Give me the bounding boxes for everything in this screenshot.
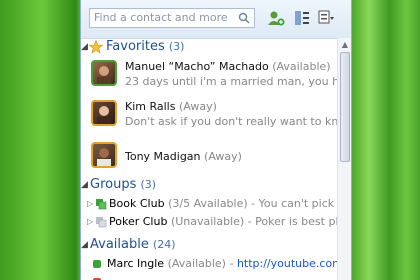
contact-name: Kim Ralls <box>125 100 176 113</box>
contact-name: Marc Ingle <box>107 257 165 270</box>
contact-item-partial[interactable] <box>81 274 331 280</box>
group-icon <box>96 199 107 210</box>
group-detail: (Unavailable) - Poker is best play... <box>170 215 352 228</box>
contact-personal-message: Don't ask if you don't really want to kn… <box>125 115 349 128</box>
contact-status: (Away) <box>178 100 217 113</box>
person-photo-icon <box>97 148 111 166</box>
available-count: (24) <box>152 238 176 251</box>
contact-name-line: Tony Madigan (Away) <box>125 150 242 163</box>
contact-status: (Available) <box>272 60 331 73</box>
groups-count: (3) <box>140 178 157 191</box>
group-item-poker-club[interactable]: ▷ Poker Club (Unavailable) - Poker is be… <box>81 214 351 230</box>
contact-item[interactable]: Kim Ralls (Away) Don't ask if you don't … <box>91 100 349 132</box>
toolbar: Find a contact and more <box>81 0 351 39</box>
person-photo-icon <box>97 106 111 124</box>
contact-item[interactable]: Tony Madigan (Away) <box>91 142 331 170</box>
groups-title: Groups <box>90 177 137 192</box>
scrollbar[interactable]: ▲ <box>337 38 351 280</box>
contact-avatar[interactable] <box>91 142 117 168</box>
favorites-count: (3) <box>168 40 185 53</box>
contact-name: Manuel “Macho” Machado <box>125 60 269 73</box>
search-input[interactable]: Find a contact and more <box>89 8 255 28</box>
show-menu-icon[interactable] <box>317 9 335 27</box>
collapse-arrow-icon[interactable]: ◢ <box>81 38 88 56</box>
contact-status: (Away) <box>204 150 242 163</box>
collapse-arrow-icon[interactable]: ◢ <box>81 176 88 194</box>
scroll-up-icon[interactable]: ▲ <box>340 40 350 50</box>
group-item-book-club[interactable]: ▷ Book Club (3/5 Available) - You can't … <box>81 196 351 212</box>
collapse-arrow-icon[interactable]: ◢ <box>81 236 88 254</box>
person-photo-icon <box>97 66 111 84</box>
scrollbar-thumb[interactable] <box>340 52 350 162</box>
desktop-background <box>352 0 420 280</box>
online-status-icon <box>93 260 101 268</box>
contact-name: Tony Madigan <box>125 150 201 163</box>
available-title: Available <box>90 237 149 252</box>
contact-avatar[interactable] <box>91 100 117 126</box>
group-name: Poker Club <box>109 215 168 228</box>
contact-status: (Available) - <box>167 257 234 270</box>
contact-item[interactable]: Manuel “Macho” Machado (Available) 23 da… <box>91 60 351 92</box>
contact-name-line: Manuel “Macho” Machado (Available) <box>125 60 331 73</box>
change-layout-icon[interactable] <box>293 9 311 27</box>
expand-arrow-icon[interactable]: ▷ <box>87 196 93 212</box>
contact-list: ◢ Favorites (3) Manuel “Macho” Machado (… <box>81 38 351 280</box>
search-icon[interactable] <box>238 12 250 24</box>
contact-item-marc-ingle[interactable]: Marc Ingle (Available) - http://youtube.… <box>81 256 351 272</box>
star-icon <box>89 40 103 54</box>
add-contact-icon[interactable] <box>267 9 285 27</box>
group-detail: (3/5 Available) - You can't pick w... <box>168 197 352 210</box>
contact-name-line: Kim Ralls (Away) <box>125 100 217 113</box>
contact-message-link[interactable]: http://youtube.com/... <box>237 257 351 270</box>
favorites-title: Favorites <box>106 39 165 54</box>
group-name: Book Club <box>109 197 165 210</box>
group-icon <box>96 217 107 228</box>
contact-personal-message: 23 days until i'm a married man, you he.… <box>125 75 352 88</box>
search-placeholder: Find a contact and more <box>94 11 228 24</box>
contact-avatar[interactable] <box>91 60 117 86</box>
contact-list-window: Find a contact and more ◢ Favorites (3) … <box>80 0 352 280</box>
expand-arrow-icon[interactable]: ▷ <box>87 214 93 230</box>
